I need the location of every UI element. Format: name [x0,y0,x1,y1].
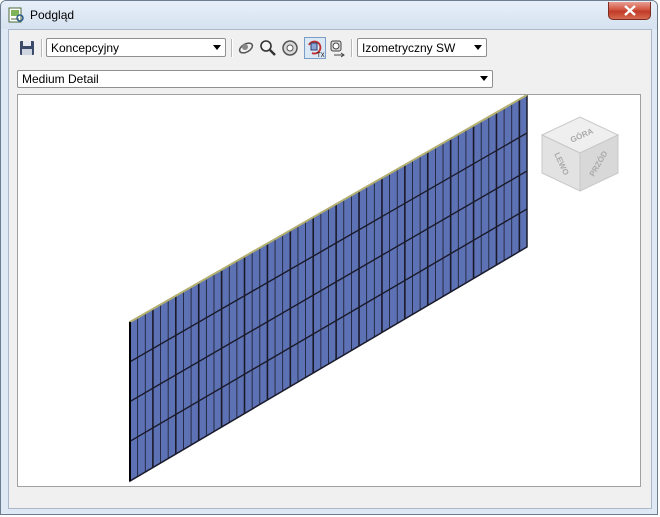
toolbar-separator [351,39,353,57]
isolate-icon[interactable]: TX [304,37,326,59]
steering-wheel-icon[interactable] [280,38,300,58]
orbit-icon[interactable] [236,38,256,58]
preview-app-icon [8,7,24,23]
detail-level-dropdown[interactable]: Medium Detail [17,70,493,88]
view-direction-value: Izometryczny SW [362,41,456,55]
zoom-icon[interactable] [258,38,278,58]
title-bar: Podgląd [1,1,657,29]
visual-style-value: Koncepcyjny [51,41,120,55]
detail-level-value: Medium Detail [22,72,99,86]
chevron-down-icon [213,45,221,50]
svg-text:TX: TX [317,53,325,59]
toolbar-separator [41,39,43,57]
window-title: Podgląd [30,8,75,22]
transom-line [130,170,527,403]
view-direction-dropdown[interactable]: Izometryczny SW [357,38,487,57]
save-icon[interactable] [17,38,37,58]
close-button[interactable] [608,2,651,20]
3d-viewport[interactable]: GÓRA LEWO PRZÓD [17,94,641,487]
visual-style-dropdown[interactable]: Koncepcyjny [46,38,226,57]
toolbar-separator [231,39,233,57]
chevron-down-icon [474,45,482,50]
toolbar: Koncepcyjny TX Izometryczny SW [9,30,651,64]
preview-window: Podgląd Koncepcyjny TX Izometryczny SW M… [0,0,658,515]
camera-icon[interactable] [328,38,348,58]
close-icon [624,5,636,16]
viewcube[interactable]: GÓRA LEWO PRZÓD [536,109,624,193]
client-area: Koncepcyjny TX Izometryczny SW Medium De… [8,29,652,509]
status-bar [9,494,651,508]
chevron-down-icon [480,76,488,81]
